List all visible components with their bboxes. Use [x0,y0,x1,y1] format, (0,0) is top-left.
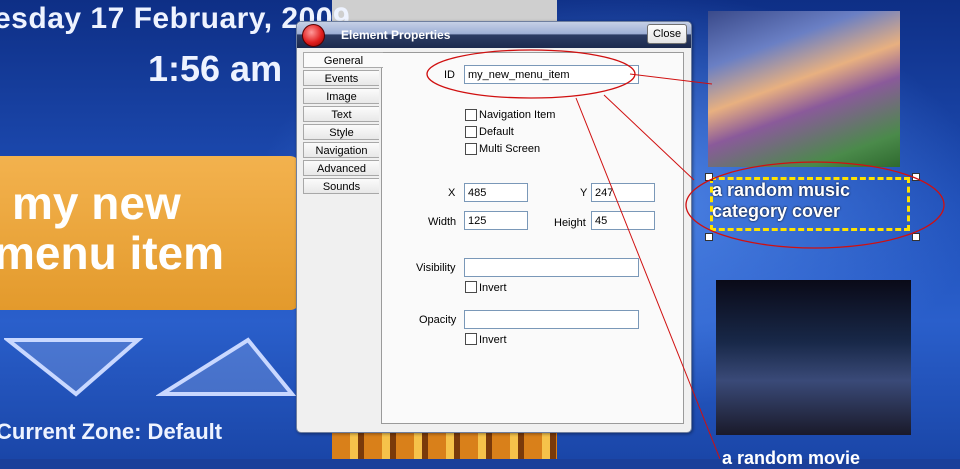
caption-highlight-ellipse [685,161,945,249]
annotation-line [575,97,721,459]
id-field-highlight-ellipse [426,49,636,99]
annotation-line [603,94,695,181]
annotation-line [629,73,713,85]
annotation-overlay [426,49,945,459]
tab-general[interactable]: General [303,52,383,68]
